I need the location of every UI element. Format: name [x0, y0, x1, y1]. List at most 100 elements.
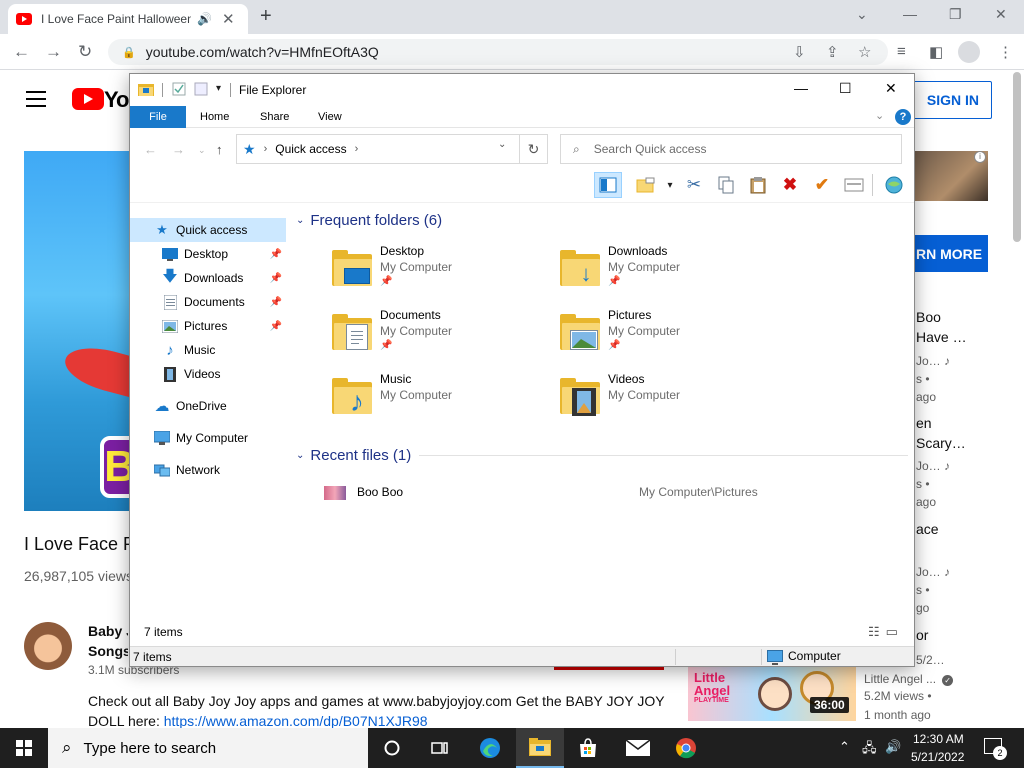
- collapse-chevron-icon[interactable]: ⌄: [296, 450, 304, 461]
- nav-item-music[interactable]: ♪ Music: [130, 338, 286, 362]
- nav-item-pictures[interactable]: Pictures 📌: [130, 314, 286, 338]
- address-box[interactable]: ★ › Quick access ›: [236, 134, 520, 164]
- refresh-button[interactable]: ↻: [520, 134, 548, 164]
- delete-x-icon[interactable]: ✖: [776, 172, 804, 198]
- channel-avatar[interactable]: [24, 622, 72, 670]
- chrome-menu-icon[interactable]: ⋮: [998, 43, 1013, 61]
- address-dropdown-chevron-icon[interactable]: ⌄: [498, 139, 506, 150]
- large-icons-view-icon[interactable]: ▭: [886, 624, 898, 640]
- youtube-logo-icon[interactable]: [72, 88, 104, 110]
- up-arrow-icon[interactable]: ↑: [216, 142, 223, 157]
- minimize-icon[interactable]: —: [903, 6, 917, 22]
- channel-name[interactable]: Baby J: [88, 623, 128, 639]
- bookmark-star-icon[interactable]: ☆: [858, 43, 871, 61]
- nav-item-my-computer[interactable]: My Computer: [130, 426, 286, 450]
- share-icon[interactable]: ⇪: [826, 43, 839, 61]
- clock-date[interactable]: 5/21/2022: [911, 750, 964, 764]
- close-window-icon[interactable]: ✕: [995, 6, 1007, 23]
- cortana-circle-icon[interactable]: [368, 728, 416, 768]
- new-tab-button[interactable]: +: [260, 5, 272, 28]
- chrome-browser-icon[interactable]: [662, 728, 710, 768]
- close-icon[interactable]: ✕: [885, 80, 897, 97]
- browser-tab[interactable]: I Love Face Paint Halloween 🔊 ✕: [8, 4, 248, 34]
- breadcrumb-location[interactable]: Quick access: [275, 142, 346, 156]
- explorer-folder-icon[interactable]: [138, 82, 154, 99]
- details-view-icon[interactable]: ☷: [868, 624, 880, 640]
- folder-tile-videos[interactable]: Videos My Computer: [560, 372, 780, 428]
- folder-tile-pictures[interactable]: Pictures My Computer 📌: [560, 308, 780, 364]
- side-panel-icon[interactable]: ◧: [929, 43, 943, 61]
- notifications-icon[interactable]: 2: [984, 738, 1007, 760]
- cut-scissors-icon[interactable]: ✂: [680, 172, 708, 198]
- paste-clipboard-icon[interactable]: [744, 172, 772, 198]
- close-tab-icon[interactable]: ✕: [222, 10, 235, 28]
- channel-name-line2[interactable]: Songs: [88, 643, 128, 659]
- expand-ribbon-chevron-icon[interactable]: ⌄: [875, 109, 884, 122]
- video-player[interactable]: B: [24, 151, 134, 511]
- properties-card-icon[interactable]: [840, 172, 868, 198]
- recent-files-header[interactable]: ⌄ Recent files (1): [296, 447, 908, 464]
- nav-item-network[interactable]: Network: [130, 458, 286, 482]
- tab-home[interactable]: Home: [190, 106, 239, 128]
- lock-icon[interactable]: 🔒: [122, 46, 136, 59]
- minimize-icon[interactable]: —: [794, 80, 808, 96]
- title-bar[interactable]: ▾ File Explorer — ☐ ✕: [130, 74, 914, 106]
- nav-item-videos[interactable]: Videos: [130, 362, 286, 386]
- tab-file[interactable]: File: [130, 106, 186, 128]
- nav-item-onedrive[interactable]: ☁ OneDrive: [130, 394, 286, 418]
- show-hidden-icons-chevron-icon[interactable]: ⌃: [839, 739, 850, 755]
- nav-item-desktop[interactable]: Desktop 📌: [130, 242, 286, 266]
- breadcrumb-chevron-icon[interactable]: ›: [355, 143, 359, 155]
- properties-icon[interactable]: [172, 82, 186, 99]
- back-arrow-icon[interactable]: ←: [13, 42, 30, 62]
- help-icon[interactable]: ?: [895, 109, 911, 125]
- nav-item-documents[interactable]: Documents 📌: [130, 290, 286, 314]
- copy-icon[interactable]: [712, 172, 740, 198]
- recent-locations-chevron-icon[interactable]: ⌄: [198, 145, 206, 156]
- mail-envelope-icon[interactable]: [614, 728, 662, 768]
- media-queue-icon[interactable]: ≡: [897, 43, 906, 60]
- recent-file-row[interactable]: Boo Boo My Computer\Pictures: [324, 482, 904, 504]
- folder-tile-music[interactable]: ♪ Music My Computer: [332, 372, 552, 428]
- tab-view[interactable]: View: [308, 106, 352, 128]
- back-arrow-icon[interactable]: ←: [144, 142, 157, 157]
- tab-search-chevron-icon[interactable]: ⌄: [856, 6, 868, 23]
- learn-more-button[interactable]: RN MORE: [914, 235, 988, 272]
- folder-tile-desktop[interactable]: Desktop My Computer 📌: [332, 244, 552, 300]
- recommendation-title[interactable]: or: [916, 627, 928, 643]
- install-app-icon[interactable]: ⇩: [793, 43, 806, 61]
- globe-icon[interactable]: [880, 172, 908, 198]
- start-button[interactable]: [0, 728, 48, 768]
- task-view-icon[interactable]: [416, 728, 464, 768]
- clock-time[interactable]: 12:30 AM: [913, 732, 964, 746]
- taskbar-search-input[interactable]: ⌕ Type here to search: [48, 728, 368, 768]
- reload-icon[interactable]: ↻: [78, 42, 92, 62]
- recommendation-title[interactable]: ace: [916, 521, 939, 537]
- recommendation-title[interactable]: Scary…: [916, 435, 966, 451]
- profile-avatar-icon[interactable]: [958, 41, 980, 63]
- network-status-icon[interactable]: 🖧: [862, 739, 877, 761]
- preview-pane-button[interactable]: [594, 172, 622, 198]
- customize-toolbar-chevron-icon[interactable]: ▾: [216, 83, 221, 94]
- folder-tile-downloads[interactable]: ↓ Downloads My Computer 📌: [560, 244, 780, 300]
- nav-item-quick-access[interactable]: ★ Quick access: [130, 218, 286, 242]
- maximize-icon[interactable]: ☐: [839, 80, 852, 97]
- new-folder-icon[interactable]: [194, 82, 208, 99]
- collapse-chevron-icon[interactable]: ⌄: [296, 215, 304, 226]
- hamburger-menu-icon[interactable]: [26, 91, 46, 112]
- search-input[interactable]: ⌕ Search Quick access: [560, 134, 902, 164]
- tab-share[interactable]: Share: [250, 106, 299, 128]
- speaker-icon[interactable]: 🔊: [197, 12, 212, 26]
- microsoft-store-icon[interactable]: [564, 728, 612, 768]
- restore-icon[interactable]: ❐: [949, 6, 962, 23]
- recommendation-title[interactable]: en: [916, 415, 932, 431]
- breadcrumb-chevron-icon[interactable]: ›: [264, 143, 268, 155]
- forward-arrow-icon[interactable]: →: [45, 42, 62, 62]
- forward-arrow-icon[interactable]: →: [172, 142, 185, 157]
- rename-check-icon[interactable]: ✔: [808, 172, 836, 198]
- page-scrollbar[interactable]: [1013, 72, 1021, 242]
- frequent-folders-header[interactable]: ⌄ Frequent folders (6): [296, 212, 908, 229]
- edge-browser-icon[interactable]: [466, 728, 514, 768]
- file-explorer-taskbar-icon[interactable]: [516, 728, 564, 768]
- recommendation-title[interactable]: Have …: [916, 329, 967, 345]
